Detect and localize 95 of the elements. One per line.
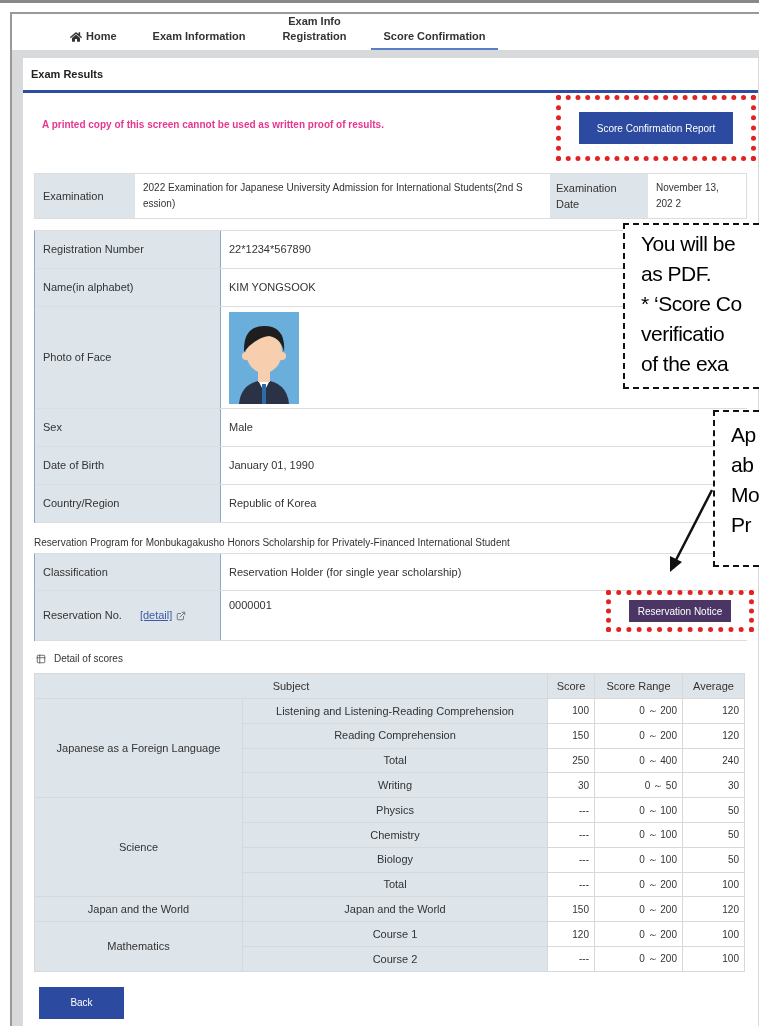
callout-text: Ap — [731, 422, 757, 448]
table-cell: 50 — [682, 847, 745, 873]
field-value: 2022 Examination for Japanese University Admission for International Students(2nd S ession) — [142, 181, 524, 211]
callout-text: You will be — [641, 231, 737, 257]
table-cell: 150 — [547, 896, 595, 922]
field-label: Sex — [35, 409, 221, 446]
callout-text: Mo — [731, 482, 759, 508]
section-title: Detail of scores — [54, 652, 123, 666]
subject-cell: Chemistry — [242, 822, 548, 848]
column-header: Score Range — [594, 673, 683, 699]
table-cell: 0 ～ 200 — [594, 698, 683, 724]
table-cell: --- — [547, 946, 595, 972]
table-icon — [36, 653, 46, 664]
field-label: Registration Number — [35, 231, 221, 268]
panel-title: Exam Results — [31, 66, 104, 82]
table-cell: 120 — [682, 698, 745, 724]
table-cell: 0 ～ 200 — [594, 896, 683, 922]
table-cell: 0 ～ 100 — [594, 797, 683, 823]
table-cell: --- — [547, 797, 595, 823]
table-cell: 50 — [682, 797, 745, 823]
field-value: January 01, 1990 — [229, 458, 314, 474]
field-label: Country/Region — [35, 485, 221, 522]
detail-link[interactable]: [detail] — [139, 607, 173, 624]
subject-cell: Physics — [242, 797, 548, 823]
field-label: Classification — [35, 554, 221, 590]
callout-text: of the exa — [641, 351, 730, 377]
subject-cell: Science — [34, 797, 243, 897]
subject-cell: Japan and the World — [34, 896, 243, 922]
table-cell: 30 — [682, 772, 745, 798]
field-value: 22*1234*567890 — [229, 242, 311, 258]
table-cell: 240 — [682, 748, 745, 773]
column-header: Score — [547, 673, 595, 699]
callout-text: verificatio — [641, 321, 726, 347]
callout-text: Pr — [731, 512, 752, 538]
nav-tab[interactable]: Exam Info Registration — [269, 14, 360, 50]
subject-cell: Course 1 — [242, 921, 548, 947]
table-cell: 50 — [682, 822, 745, 848]
table-cell: 0 ～ 200 — [594, 872, 683, 897]
table-cell: 120 — [682, 896, 745, 922]
table-cell: 30 — [547, 772, 595, 798]
field-label: Examination Date — [550, 174, 648, 218]
nav-tab[interactable]: Home — [58, 29, 129, 50]
nav-tab[interactable]: Exam Information — [140, 29, 258, 50]
table-cell: 120 — [682, 723, 745, 749]
table-cell: 0 ～ 200 — [594, 921, 683, 947]
column-header: Average — [682, 673, 745, 699]
table-cell: 120 — [547, 921, 595, 947]
section-caption: Reservation Program for Monbukagakusho Honors Scholarship for Privately-Financed International Student — [34, 536, 511, 550]
table-cell: 100 — [682, 921, 745, 947]
field-label: Name(in alphabet) — [35, 269, 221, 306]
table-cell: 100 — [682, 872, 745, 897]
field-value: Republic of Korea — [229, 496, 317, 512]
home-icon — [70, 30, 82, 43]
report-button[interactable]: Score Confirmation Report — [579, 112, 733, 144]
reservation-notice-button[interactable]: Reservation Notice — [629, 600, 731, 622]
table-cell: --- — [547, 822, 595, 848]
table-cell: 100 — [547, 698, 595, 724]
field-value: Reservation Holder (for single year scholarship) — [229, 564, 462, 580]
subject-cell: Japan and the World — [242, 896, 548, 922]
field-value: November 13, 202 2 — [655, 181, 720, 211]
table-cell: 0 ～ 400 — [594, 748, 683, 773]
subject-cell: Listening and Listening-Reading Comprehension — [242, 698, 548, 724]
field-label: Examination — [35, 174, 135, 218]
subject-cell: Mathematics — [34, 921, 243, 972]
field-label: Photo of Face — [35, 307, 221, 408]
subject-cell: Total — [242, 748, 548, 773]
callout-text: as PDF. — [641, 261, 713, 287]
field-label: Date of Birth — [35, 447, 221, 484]
table-cell: 0 ～ 100 — [594, 822, 683, 848]
subject-cell: Japanese as a Foreign Language — [34, 698, 243, 798]
notice-text: A printed copy of this screen cannot be used as written proof of results. — [42, 118, 384, 132]
subject-cell: Reading Comprehension — [242, 723, 548, 749]
table-cell: 150 — [547, 723, 595, 749]
subject-cell: Biology — [242, 847, 548, 873]
field-value: 0000001 — [229, 598, 272, 613]
back-button[interactable]: Back — [39, 986, 124, 1019]
table-cell: 0 ～ 50 — [594, 772, 683, 798]
table-cell: --- — [547, 872, 595, 897]
field-value: KIM YONGSOOK — [229, 280, 316, 296]
subject-cell: Total — [242, 872, 548, 897]
table-cell: 100 — [682, 946, 745, 972]
field-label: Reservation No. — [43, 608, 122, 624]
callout-text: * ‘Score Co — [641, 291, 743, 317]
field-value: Male — [229, 420, 253, 436]
table-cell: 250 — [547, 748, 595, 773]
callout-text: ab — [731, 452, 755, 478]
nav-tab[interactable]: Score Confirmation — [371, 29, 498, 50]
external-link-icon — [176, 610, 187, 621]
table-cell: 0 ～ 200 — [594, 946, 683, 972]
table-cell: 0 ～ 200 — [594, 723, 683, 749]
subject-cell: Writing — [242, 772, 548, 798]
column-header: Subject — [34, 673, 548, 699]
subject-cell: Course 2 — [242, 946, 548, 972]
table-cell: --- — [547, 847, 595, 873]
table-cell: 0 ～ 100 — [594, 847, 683, 873]
